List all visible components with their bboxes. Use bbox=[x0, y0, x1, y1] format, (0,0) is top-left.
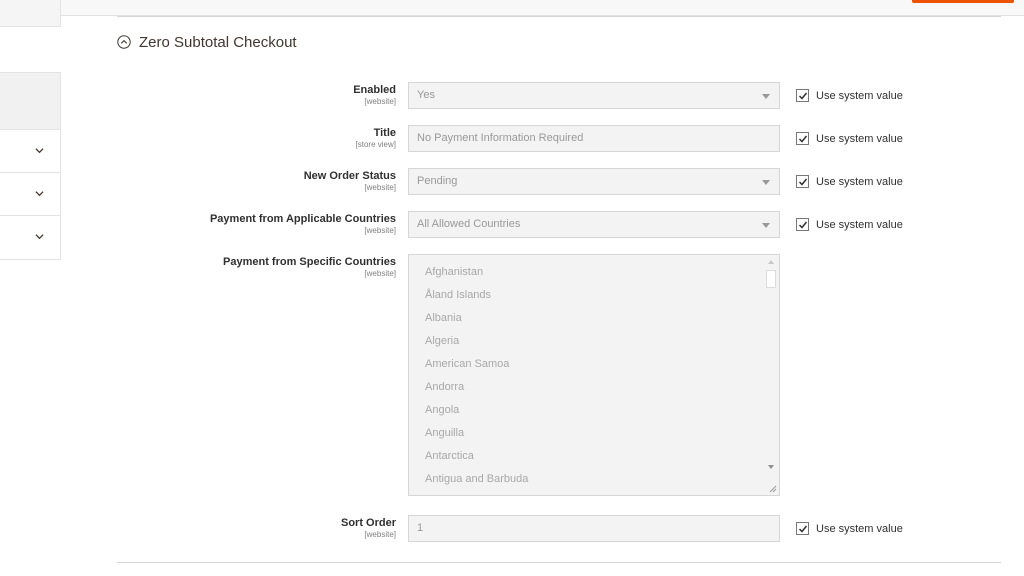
chevron-down-icon bbox=[35, 234, 44, 240]
resize-grip-icon[interactable] bbox=[768, 484, 777, 493]
chevron-down-icon bbox=[35, 191, 44, 197]
field-row-enabled: Enabled [website] Yes Use system value bbox=[117, 82, 1001, 109]
specific-countries-multiselect[interactable]: Afghanistan Åland Islands Albania Algeri… bbox=[408, 254, 780, 496]
country-option[interactable]: Andorra bbox=[425, 381, 464, 393]
use-system-label: Use system value bbox=[816, 218, 903, 231]
multiselect-scrollbar[interactable] bbox=[764, 256, 778, 472]
field-scope: [website] bbox=[364, 269, 396, 278]
field-row-title: Title [store view] No Payment Informatio… bbox=[117, 125, 1001, 152]
caret-down-icon bbox=[762, 94, 770, 99]
input-value: 1 bbox=[417, 522, 424, 534]
field-label-text: Enabled bbox=[353, 84, 396, 96]
section-divider-bottom bbox=[117, 562, 1001, 563]
checkmark-icon bbox=[798, 525, 808, 533]
use-system-value-new-order-status[interactable]: Use system value bbox=[796, 175, 903, 188]
sidebar-item-active[interactable] bbox=[0, 73, 60, 130]
primary-action-button[interactable] bbox=[912, 0, 1014, 3]
sort-order-input[interactable]: 1 bbox=[408, 515, 780, 542]
input-value: No Payment Information Required bbox=[417, 132, 584, 144]
use-system-checkbox[interactable] bbox=[796, 218, 809, 231]
section-title: Zero Subtotal Checkout bbox=[139, 33, 297, 51]
config-sidebar bbox=[0, 72, 61, 260]
use-system-value-applicable-countries[interactable]: Use system value bbox=[796, 218, 903, 231]
field-label-text: Sort Order bbox=[340, 517, 396, 529]
field-scope: [store view] bbox=[355, 140, 396, 149]
use-system-label: Use system value bbox=[816, 132, 903, 145]
field-label-text: New Order Status bbox=[303, 170, 396, 182]
field-row-specific-countries: Payment from Specific Countries [website… bbox=[117, 254, 1001, 496]
checkmark-icon bbox=[798, 92, 808, 100]
scroll-thumb[interactable] bbox=[766, 270, 776, 288]
section-divider-top bbox=[117, 16, 1001, 17]
use-system-checkbox[interactable] bbox=[796, 522, 809, 535]
use-system-checkbox[interactable] bbox=[796, 175, 809, 188]
country-option[interactable]: Anguilla bbox=[425, 427, 464, 439]
field-label: New Order Status [website] bbox=[136, 170, 396, 193]
use-system-label: Use system value bbox=[816, 522, 903, 535]
section-toggle[interactable]: Zero Subtotal Checkout bbox=[117, 31, 297, 53]
use-system-value-sort-order[interactable]: Use system value bbox=[796, 522, 903, 535]
field-label-text: Payment from Applicable Countries bbox=[209, 213, 396, 225]
sidebar-item-collapsed[interactable] bbox=[0, 130, 60, 173]
checkmark-icon bbox=[798, 178, 808, 186]
country-option[interactable]: Albania bbox=[425, 312, 462, 324]
sidebar-item-collapsed[interactable] bbox=[0, 173, 60, 216]
use-system-checkbox[interactable] bbox=[796, 89, 809, 102]
page-header-strip bbox=[0, 0, 1024, 27]
title-input[interactable]: No Payment Information Required bbox=[408, 125, 780, 152]
country-option[interactable]: Åland Islands bbox=[425, 289, 491, 301]
checkmark-icon bbox=[798, 135, 808, 143]
chevron-down-icon bbox=[35, 148, 44, 154]
country-option[interactable]: Afghanistan bbox=[425, 266, 483, 278]
collapse-circle-icon bbox=[117, 35, 131, 49]
use-system-value-enabled[interactable]: Use system value bbox=[796, 89, 903, 102]
caret-down-icon bbox=[762, 180, 770, 185]
scroll-up-arrow-icon[interactable] bbox=[768, 260, 774, 264]
field-scope: [website] bbox=[364, 530, 396, 539]
field-row-new-order-status: New Order Status [website] Pending Use s… bbox=[117, 168, 1001, 195]
use-system-label: Use system value bbox=[816, 89, 903, 102]
sidebar-item-collapsed[interactable] bbox=[0, 216, 60, 259]
sidebar-top-box bbox=[0, 0, 61, 27]
checkmark-icon bbox=[798, 221, 808, 229]
select-value: Yes bbox=[417, 89, 435, 101]
applicable-countries-select[interactable]: All Allowed Countries bbox=[408, 211, 780, 238]
scroll-down-arrow-icon[interactable] bbox=[768, 465, 774, 469]
use-system-value-title[interactable]: Use system value bbox=[796, 132, 903, 145]
country-option[interactable]: Algeria bbox=[425, 335, 459, 347]
use-system-label: Use system value bbox=[816, 175, 903, 188]
select-value: Pending bbox=[417, 175, 458, 187]
field-label: Sort Order [website] bbox=[136, 517, 396, 540]
country-option[interactable]: Antigua and Barbuda bbox=[425, 473, 528, 485]
new-order-status-select[interactable]: Pending bbox=[408, 168, 780, 195]
field-scope: [website] bbox=[364, 97, 396, 106]
field-label: Payment from Specific Countries [website… bbox=[136, 256, 396, 279]
field-label: Enabled [website] bbox=[136, 84, 396, 107]
country-option[interactable]: American Samoa bbox=[425, 358, 509, 370]
caret-down-icon bbox=[762, 223, 770, 228]
field-scope: [website] bbox=[364, 226, 396, 235]
field-label-text: Payment from Specific Countries bbox=[223, 256, 396, 268]
field-row-applicable-countries: Payment from Applicable Countries [websi… bbox=[117, 211, 1001, 238]
field-label: Title [store view] bbox=[136, 127, 396, 150]
field-scope: [website] bbox=[364, 183, 396, 192]
field-row-sort-order: Sort Order [website] 1 Use system value bbox=[117, 515, 1001, 542]
select-value: All Allowed Countries bbox=[417, 218, 521, 230]
field-label: Payment from Applicable Countries [websi… bbox=[136, 213, 396, 236]
enabled-select[interactable]: Yes bbox=[408, 82, 780, 109]
country-option[interactable]: Angola bbox=[425, 404, 459, 416]
field-label-text: Title bbox=[373, 127, 396, 139]
use-system-checkbox[interactable] bbox=[796, 132, 809, 145]
country-option[interactable]: Antarctica bbox=[425, 450, 474, 462]
